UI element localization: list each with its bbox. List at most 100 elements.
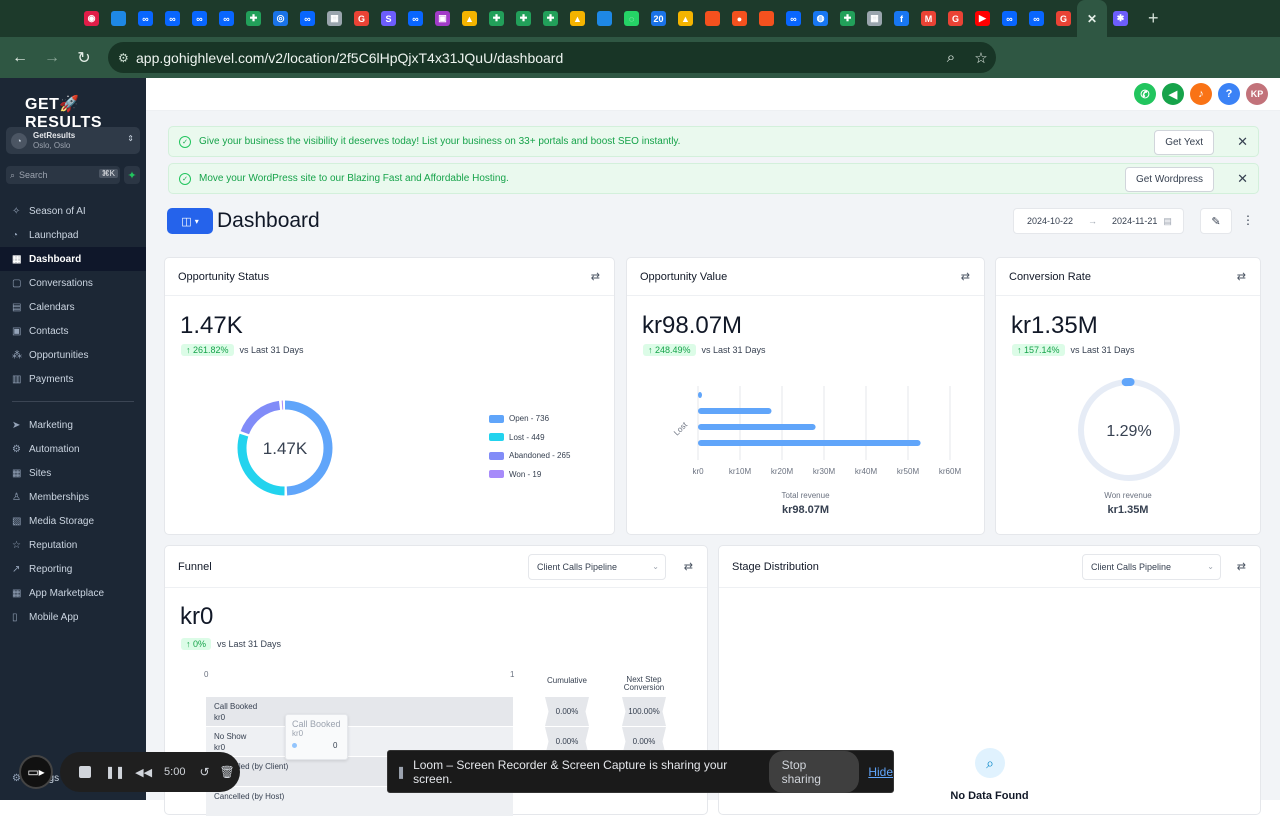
browser-tab[interactable]: ∞ (132, 0, 159, 37)
browser-tab[interactable]: ◉ (78, 0, 105, 37)
site-info-icon[interactable]: ⚙ (118, 51, 136, 65)
browser-tab[interactable]: ◍ (807, 0, 834, 37)
pipeline-select[interactable]: Client Calls Pipeline ⌄ (1082, 554, 1221, 580)
megaphone-icon[interactable]: ◀ (1162, 83, 1184, 105)
value-bar[interactable] (698, 424, 816, 430)
browser-tab[interactable]: S (375, 0, 402, 37)
stop-record-icon[interactable] (79, 766, 91, 778)
browser-tab[interactable]: ∞ (996, 0, 1023, 37)
forward-icon[interactable]: → (36, 49, 68, 67)
browser-tab[interactable]: ∞ (294, 0, 321, 37)
restart-icon[interactable]: ↺ (199, 765, 209, 779)
more-options-icon[interactable]: ⋮ (1242, 213, 1254, 227)
sidebar-item-app-marketplace[interactable]: ▦ App Marketplace (0, 581, 146, 605)
sidebar-item-mobile-app[interactable]: ▯ Mobile App (0, 605, 146, 629)
phone-icon[interactable]: ✆ (1134, 83, 1156, 105)
url-field[interactable]: ⚙ app.gohighlevel.com/v2/location/2f5C6l… (108, 42, 996, 73)
close-icon[interactable]: ✕ (1085, 11, 1100, 26)
browser-tab[interactable]: ▲ (672, 0, 699, 37)
browser-tab[interactable]: ▦ (321, 0, 348, 37)
browser-tab[interactable] (105, 0, 132, 37)
sidebar-item-automation[interactable]: ⚙ Automation (0, 437, 146, 461)
zoom-icon[interactable]: ⌕ (936, 49, 966, 66)
funnel-stage-row[interactable]: Call Booked kr0 (206, 697, 513, 726)
sidebar-item-conversations[interactable]: ▢ Conversations (0, 271, 146, 295)
sidebar-item-memberships[interactable]: ♙ Memberships (0, 485, 146, 509)
sidebar-item-season-of-ai[interactable]: ✧ Season of AI (0, 199, 146, 223)
browser-tab[interactable]: ✚ (537, 0, 564, 37)
browser-tab[interactable] (699, 0, 726, 37)
browser-tab[interactable]: ✕ (1077, 0, 1107, 37)
browser-tab[interactable]: ∞ (1023, 0, 1050, 37)
pipeline-select[interactable]: Client Calls Pipeline ⌄ (528, 554, 666, 580)
browser-tab[interactable]: ▶ (969, 0, 996, 37)
browser-tab[interactable]: ● (726, 0, 753, 37)
browser-tab[interactable]: ✚ (483, 0, 510, 37)
legend-item[interactable]: Lost - 449 (489, 433, 545, 442)
browser-tab[interactable]: ✚ (510, 0, 537, 37)
sidebar-item-payments[interactable]: ▥ Payments (0, 367, 146, 391)
trash-icon[interactable]: 🗑 (220, 765, 235, 779)
ai-spark-icon[interactable]: ✦ (124, 166, 140, 184)
browser-tab[interactable]: ∞ (402, 0, 429, 37)
new-tab-button[interactable]: + (1148, 8, 1159, 29)
browser-tab[interactable]: ▲ (564, 0, 591, 37)
edit-dashboard-button[interactable]: ✎ (1200, 208, 1232, 234)
account-switcher[interactable]: ◔ GetResults Oslo, Oslo ⇕ (6, 127, 140, 154)
legend-item[interactable]: Open - 736 (489, 414, 549, 423)
date-end[interactable]: 2024-11-21 (1112, 216, 1157, 226)
get-wordpress-button[interactable]: Get Wordpress (1124, 167, 1214, 192)
browser-tab[interactable]: M (915, 0, 942, 37)
avatar[interactable]: KP (1246, 83, 1268, 105)
stop-sharing-button[interactable]: Stop sharing (768, 750, 860, 793)
get-yext-button[interactable]: Get Yext (1154, 130, 1214, 155)
back-icon[interactable]: ← (4, 49, 36, 67)
date-start[interactable]: 2024-10-22 (1027, 216, 1073, 226)
browser-tab[interactable]: ▦ (861, 0, 888, 37)
reload-icon[interactable]: ↻ (68, 48, 100, 68)
sidebar-item-launchpad[interactable]: ◔ Launchpad (0, 223, 146, 247)
help-icon[interactable]: ? (1218, 83, 1240, 105)
browser-tab[interactable]: ✚ (240, 0, 267, 37)
sidebar-item-media-storage[interactable]: ▧ Media Storage (0, 509, 146, 533)
sidebar-item-calendars[interactable]: ▤ Calendars (0, 295, 146, 319)
filter-icon[interactable]: ⇄ (1237, 560, 1246, 573)
dashboard-switcher-button[interactable]: ◫ ▾ (167, 208, 213, 234)
browser-tab[interactable]: f (888, 0, 915, 37)
pause-icon[interactable]: ❚❚ (105, 765, 125, 779)
sidebar-item-sites[interactable]: ▦ Sites (0, 461, 146, 485)
browser-tab[interactable]: ∞ (213, 0, 240, 37)
date-range-picker[interactable]: 2024-10-22 → 2024-11-21 ▤ (1013, 208, 1184, 234)
drag-handle-icon[interactable]: ❚ (396, 765, 406, 779)
hide-link[interactable]: Hide (868, 765, 893, 779)
browser-tab[interactable] (753, 0, 780, 37)
browser-tab[interactable]: ∞ (186, 0, 213, 37)
sidebar-search[interactable]: ⌕ Search ⌘K (6, 166, 120, 184)
url-text[interactable]: app.gohighlevel.com/v2/location/2f5C6lHp… (136, 50, 563, 66)
browser-tab[interactable]: ✱ (1107, 0, 1134, 37)
value-bar[interactable] (698, 392, 702, 398)
browser-tab[interactable]: ◎ (267, 0, 294, 37)
filter-icon[interactable]: ⇄ (1237, 270, 1246, 283)
browser-tab[interactable]: ◌ (618, 0, 645, 37)
rewind-icon[interactable]: ◀◀ (135, 766, 152, 779)
browser-tab[interactable]: G (942, 0, 969, 37)
browser-tab[interactable]: G (1050, 0, 1077, 37)
legend-item[interactable]: Abandoned - 265 (489, 451, 570, 460)
bookmark-star-icon[interactable]: ☆ (966, 49, 996, 67)
browser-tab[interactable]: ▲ (456, 0, 483, 37)
browser-tab[interactable]: ∞ (159, 0, 186, 37)
browser-tab[interactable]: ✚ (834, 0, 861, 37)
value-bar[interactable] (698, 408, 772, 414)
sidebar-item-opportunities[interactable]: ⁂ Opportunities (0, 343, 146, 367)
sidebar-item-reporting[interactable]: ↗ Reporting (0, 557, 146, 581)
close-icon[interactable]: ✕ (1237, 171, 1248, 187)
bell-icon[interactable]: ♪ (1190, 83, 1212, 105)
browser-tab[interactable]: 20 (645, 0, 672, 37)
loom-camera-button[interactable]: ▭▸ (19, 755, 53, 789)
sidebar-item-dashboard[interactable]: ▦ Dashboard (0, 247, 146, 271)
filter-icon[interactable]: ⇄ (961, 270, 970, 283)
browser-tab[interactable]: ∞ (780, 0, 807, 37)
filter-icon[interactable]: ⇄ (591, 270, 600, 283)
filter-icon[interactable]: ⇄ (684, 560, 693, 573)
